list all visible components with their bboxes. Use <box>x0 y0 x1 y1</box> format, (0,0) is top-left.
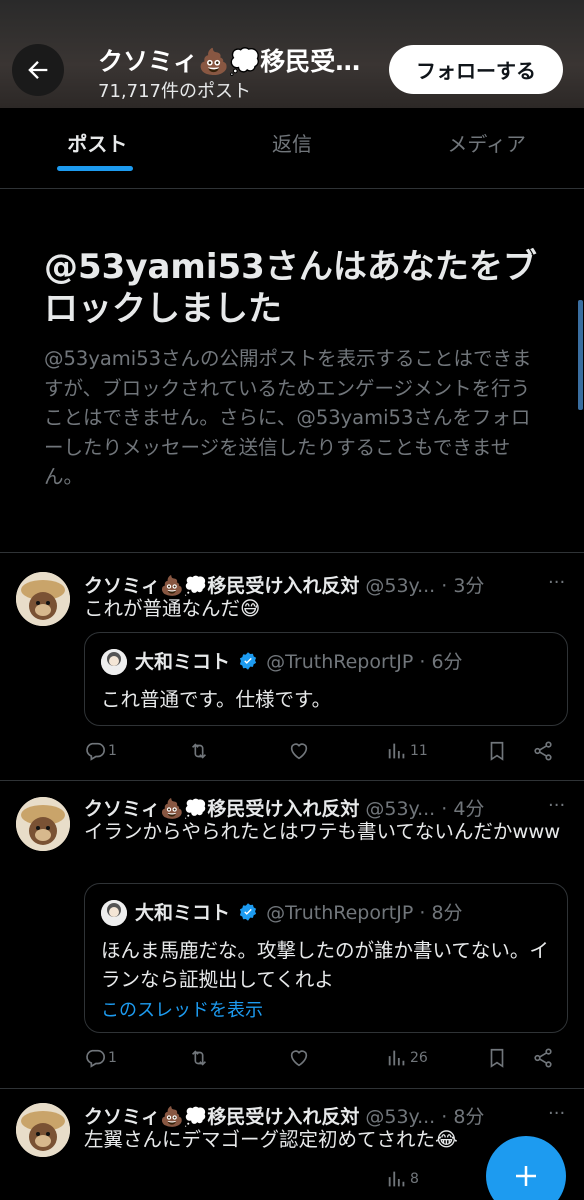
avatar-image <box>16 797 70 851</box>
quote-header: 大和ミコト @TruthReportJP · 8分 <box>135 898 463 925</box>
bookmark-icon <box>490 1048 504 1068</box>
views-button[interactable]: 11 <box>386 740 428 762</box>
quote-text: これ普通です。仕様です。 <box>101 688 332 711</box>
profile-tabs: ポスト 返信 メディア <box>0 108 584 174</box>
more-dots-icon[interactable]: ··· <box>548 795 565 816</box>
divider <box>0 188 584 189</box>
like-button[interactable] <box>288 740 310 762</box>
reply-icon <box>86 742 105 761</box>
quote-text: ほんま馬鹿だな。攻撃したのが誰か書いてない。イランなら証拠出してくれよ <box>101 939 549 991</box>
avatar[interactable] <box>16 797 70 851</box>
repost-button[interactable] <box>188 740 210 762</box>
views-icon <box>388 1171 405 1187</box>
views-icon <box>388 743 405 759</box>
views-count: 8 <box>410 1171 419 1187</box>
share-icon <box>534 1048 552 1068</box>
reply-icon <box>86 1049 105 1068</box>
quoted-post[interactable]: 大和ミコト @TruthReportJP · 8分 ほんま馬鹿だな。攻撃したのが… <box>84 883 568 1033</box>
bookmark-button[interactable] <box>486 740 508 762</box>
quoted-post[interactable]: 大和ミコト @TruthReportJP · 6分 これ普通です。仕様です。 <box>84 632 568 726</box>
arrow-left-icon <box>28 61 48 79</box>
tab-media[interactable]: メディア <box>389 108 584 174</box>
views-button[interactable]: 8 <box>386 1168 419 1190</box>
active-tab-indicator <box>57 166 133 171</box>
heart-icon <box>290 743 308 760</box>
quote-avatar <box>101 900 127 926</box>
divider <box>0 1088 584 1089</box>
profile-name: クソミィ💩💭移民受… <box>98 47 361 76</box>
like-button[interactable] <box>288 1047 310 1069</box>
views-count: 26 <box>410 1050 428 1066</box>
post-actions: 1 26 <box>84 1047 564 1077</box>
views-count: 11 <box>410 743 428 759</box>
reply-count: 1 <box>108 743 117 759</box>
avatar-image <box>16 572 70 626</box>
post-text: 左翼さんにデマゴーグ認定初めてされた😂 <box>84 1128 458 1151</box>
heart-icon <box>290 1050 308 1067</box>
bookmark-icon <box>490 741 504 761</box>
post-text: イランからやられたとはワテも書いてないんだかwww <box>84 820 561 843</box>
verified-badge-icon <box>239 652 257 670</box>
quote-author-name: 大和ミコト <box>135 651 231 673</box>
reply-button[interactable]: 1 <box>84 1047 117 1069</box>
reply-button[interactable]: 1 <box>84 740 117 762</box>
block-notice-title: @53yami53さんはあなたをブロックしました <box>44 247 537 329</box>
follow-button[interactable]: フォローする <box>389 45 563 94</box>
quote-time: · 8分 <box>419 902 463 924</box>
repost-icon <box>191 743 207 759</box>
views-button[interactable]: 26 <box>386 1047 428 1069</box>
divider <box>0 780 584 781</box>
share-icon <box>534 741 552 761</box>
quote-author-handle: @TruthReportJP <box>266 902 414 924</box>
avatar[interactable] <box>16 1103 70 1157</box>
quote-author-name: 大和ミコト <box>135 902 231 924</box>
back-button[interactable] <box>12 44 64 96</box>
plus-icon <box>516 1166 536 1186</box>
share-button[interactable] <box>532 1047 554 1069</box>
divider <box>0 552 584 553</box>
post-actions: 1 11 <box>84 740 564 770</box>
quote-header: 大和ミコト @TruthReportJP · 6分 <box>135 647 463 674</box>
bookmark-button[interactable] <box>486 1047 508 1069</box>
show-thread-link[interactable]: このスレッドを表示 <box>101 996 263 1022</box>
share-button[interactable] <box>532 740 554 762</box>
block-notice-description: @53yami53さんの公開ポストを表示することはできますが、ブロックされている… <box>44 347 532 488</box>
verified-badge-icon <box>239 903 257 921</box>
quote-avatar <box>101 649 127 675</box>
repost-icon <box>191 1050 207 1066</box>
profile-header: クソミィ💩💭移民受… 71,717件のポスト フォローする <box>0 0 584 108</box>
more-dots-icon[interactable]: ··· <box>548 572 565 593</box>
scrollbar-thumb[interactable] <box>578 300 583 410</box>
post-count: 71,717件のポスト <box>98 81 251 102</box>
views-icon <box>388 1050 405 1066</box>
avatar[interactable] <box>16 572 70 626</box>
quote-time: · 6分 <box>419 651 463 673</box>
avatar-image <box>16 1103 70 1157</box>
more-dots-icon[interactable]: ··· <box>548 1103 565 1124</box>
post-text: これが普通なんだ😅 <box>84 597 261 620</box>
tab-replies[interactable]: 返信 <box>195 108 390 174</box>
reply-count: 1 <box>108 1050 117 1066</box>
tab-posts[interactable]: ポスト <box>0 108 195 174</box>
repost-button[interactable] <box>188 1047 210 1069</box>
quote-author-handle: @TruthReportJP <box>266 651 414 673</box>
